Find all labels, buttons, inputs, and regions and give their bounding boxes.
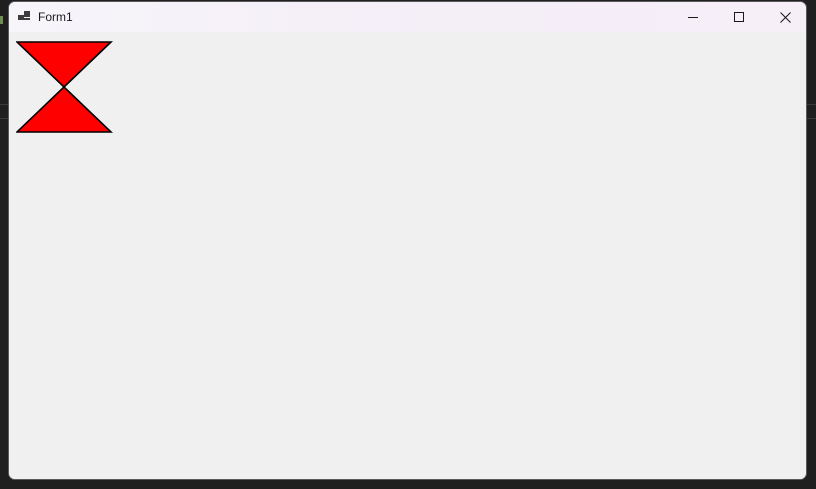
maximize-button[interactable] xyxy=(716,2,762,32)
title-bar[interactable]: Form1 xyxy=(9,2,806,32)
maximize-icon xyxy=(734,12,744,22)
form-app-icon xyxy=(18,10,31,22)
minimize-button[interactable] xyxy=(670,2,716,32)
form-client-area[interactable] xyxy=(9,32,806,479)
window-title: Form1 xyxy=(38,10,73,24)
minimize-icon xyxy=(688,17,698,18)
close-icon xyxy=(779,11,791,23)
form1-window: Form1 xyxy=(8,1,807,480)
close-button[interactable] xyxy=(762,2,806,32)
hourglass-shape xyxy=(16,41,113,133)
background-text-fragment xyxy=(0,16,3,24)
